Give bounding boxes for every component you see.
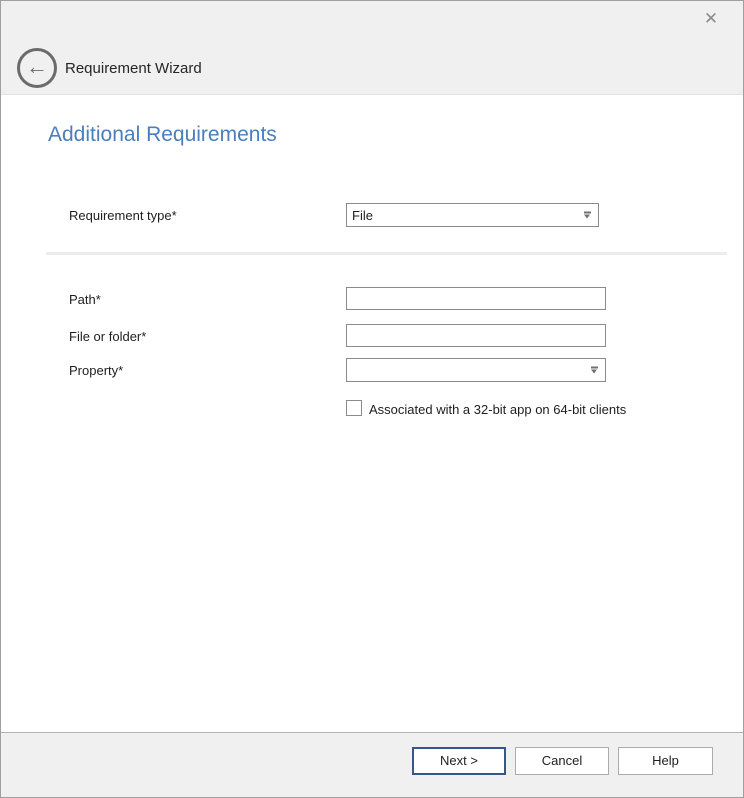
back-button[interactable]: ←	[17, 48, 57, 88]
section-divider	[46, 252, 727, 255]
property-dropdown[interactable]	[346, 358, 606, 382]
window-title: Requirement Wizard	[65, 60, 202, 77]
associated-32bit-checkbox-label[interactable]: Associated with a 32-bit app on 64-bit c…	[369, 402, 626, 417]
path-input[interactable]	[346, 287, 606, 310]
help-button[interactable]: Help	[618, 747, 713, 775]
close-icon[interactable]: ✕	[699, 7, 723, 31]
wizard-header: ✕ ← Requirement Wizard	[1, 1, 743, 95]
cancel-button[interactable]: Cancel	[515, 747, 609, 775]
file-or-folder-input[interactable]	[346, 324, 606, 347]
requirement-type-value: File	[352, 208, 373, 223]
file-or-folder-label: File or folder*	[69, 329, 146, 344]
chevron-down-icon	[591, 367, 598, 374]
associated-32bit-checkbox[interactable]	[346, 400, 362, 416]
back-arrow-icon: ←	[26, 56, 48, 78]
requirement-wizard-dialog: ✕ ← Requirement Wizard Additional Requir…	[0, 0, 744, 798]
path-label: Path*	[69, 292, 101, 307]
wizard-footer: Next > Cancel Help	[1, 732, 743, 797]
property-label: Property*	[69, 363, 123, 378]
requirement-type-dropdown[interactable]: File	[346, 203, 599, 227]
page-title: Additional Requirements	[48, 123, 277, 147]
chevron-down-icon	[584, 212, 591, 219]
next-button[interactable]: Next >	[412, 747, 506, 775]
requirement-type-label: Requirement type*	[69, 208, 177, 223]
